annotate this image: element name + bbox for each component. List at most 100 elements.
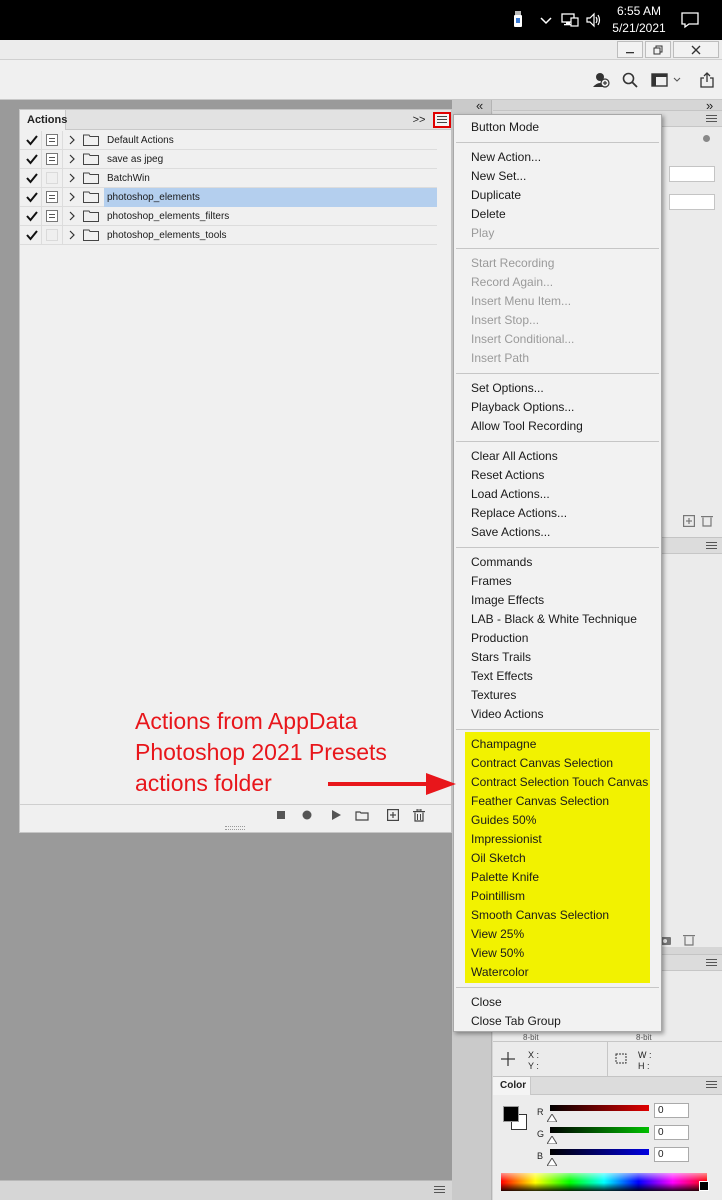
action-set-row[interactable]: photoshop_elements_filters [20, 207, 437, 226]
menu-item[interactable]: Frames [471, 572, 512, 591]
menu-item[interactable]: Close Tab Group [471, 1012, 561, 1031]
dock-dropdown[interactable] [669, 194, 715, 210]
restore-button[interactable] [645, 41, 671, 58]
channel-value-input[interactable]: 0 [654, 1103, 689, 1118]
menu-item[interactable]: Delete [471, 205, 506, 224]
trash-icon[interactable] [683, 933, 695, 949]
actions-tab[interactable]: Actions [20, 110, 67, 130]
menu-item[interactable]: New Action... [471, 148, 541, 167]
chevron-right-icon[interactable] [67, 172, 77, 184]
channel-slider[interactable] [550, 1127, 649, 1133]
record-icon[interactable] [300, 809, 314, 821]
menu-item[interactable]: Image Effects [471, 591, 544, 610]
toggle-check-icon[interactable] [25, 190, 39, 204]
menu-item[interactable]: Close [471, 993, 502, 1012]
panel-menu-icon[interactable] [706, 115, 717, 123]
menu-item[interactable]: Text Effects [471, 667, 533, 686]
menu-item[interactable]: Clear All Actions [471, 447, 558, 466]
action-set-row[interactable]: photoshop_elements_tools [20, 226, 437, 245]
workspace-icon[interactable] [650, 71, 682, 89]
panel-menu-icon[interactable] [706, 1081, 717, 1089]
menu-item[interactable]: Watercolor [471, 963, 529, 982]
new-action-icon[interactable] [386, 809, 400, 821]
usb-drive-icon[interactable] [508, 10, 528, 30]
menu-item[interactable]: Impressionist [471, 830, 542, 849]
menu-item[interactable]: Guides 50% [471, 811, 536, 830]
trash-icon[interactable] [701, 514, 713, 530]
action-set-row[interactable]: save as jpeg [20, 150, 437, 169]
color-spectrum-ramp[interactable] [501, 1173, 707, 1191]
menu-item[interactable]: Feather Canvas Selection [471, 792, 609, 811]
toggle-check-icon[interactable] [25, 228, 39, 242]
chevron-right-icon[interactable] [67, 153, 77, 165]
slider-thumb-icon[interactable] [546, 1111, 558, 1123]
dialog-toggle-icon[interactable] [46, 191, 58, 203]
menu-item[interactable]: Pointillism [471, 887, 525, 906]
menu-item[interactable]: Champagne [471, 735, 536, 754]
menu-item[interactable]: New Set... [471, 167, 526, 186]
share-icon[interactable] [698, 71, 716, 89]
toggle-check-icon[interactable] [25, 133, 39, 147]
channel-value-input[interactable]: 0 [654, 1125, 689, 1140]
minimize-button[interactable] [617, 41, 643, 58]
menu-item[interactable]: Contract Selection Touch Canvas [471, 773, 648, 792]
action-set-row[interactable]: Default Actions [20, 131, 437, 150]
action-set-row[interactable]: photoshop_elements [20, 188, 437, 207]
toggle-check-icon[interactable] [25, 152, 39, 166]
search-icon[interactable] [621, 71, 639, 89]
system-clock[interactable]: 6:55 AM 5/21/2021 [608, 3, 670, 37]
delete-icon[interactable] [412, 808, 426, 822]
dialog-toggle-icon[interactable] [46, 229, 58, 241]
chevron-right-icon[interactable] [67, 210, 77, 222]
menu-item[interactable]: Playback Options... [471, 398, 574, 417]
notification-icon[interactable] [680, 10, 700, 30]
toggle-check-icon[interactable] [25, 171, 39, 185]
channel-slider[interactable] [550, 1149, 649, 1155]
chevron-right-icon[interactable] [67, 229, 77, 241]
menu-item[interactable]: Reset Actions [471, 466, 544, 485]
play-icon[interactable] [329, 809, 343, 821]
slider-thumb-icon[interactable] [546, 1133, 558, 1145]
dialog-toggle-icon[interactable] [46, 153, 58, 165]
menu-item[interactable]: Load Actions... [471, 485, 550, 504]
menu-item[interactable]: Smooth Canvas Selection [471, 906, 609, 925]
action-set-row[interactable]: BatchWin [20, 169, 437, 188]
user-icon[interactable] [592, 71, 610, 89]
dialog-toggle-icon[interactable] [46, 134, 58, 146]
menu-item[interactable]: View 50% [471, 944, 524, 963]
network-icon[interactable] [560, 10, 580, 30]
foreground-color-swatch[interactable] [503, 1106, 519, 1122]
chevron-right-icon[interactable] [67, 134, 77, 146]
menu-item[interactable]: Replace Actions... [471, 504, 567, 523]
toggle-check-icon[interactable] [25, 209, 39, 223]
volume-icon[interactable] [584, 10, 604, 30]
chevron-right-icon[interactable] [67, 191, 77, 203]
menu-item[interactable]: Textures [471, 686, 516, 705]
panel-menu-icon[interactable] [706, 542, 717, 550]
menu-item[interactable]: Palette Knife [471, 868, 539, 887]
color-tab[interactable]: Color [493, 1077, 531, 1095]
menu-item[interactable]: Video Actions [471, 705, 544, 724]
menu-item[interactable]: Button Mode [471, 118, 539, 137]
menu-item[interactable]: Oil Sketch [471, 849, 526, 868]
channel-slider[interactable] [550, 1105, 649, 1111]
menu-item[interactable]: Production [471, 629, 528, 648]
stop-icon[interactable] [274, 809, 288, 821]
black-swatch[interactable] [699, 1181, 709, 1191]
menu-item[interactable]: View 25% [471, 925, 524, 944]
menu-item[interactable]: Commands [471, 553, 532, 572]
dialog-toggle-icon[interactable] [46, 172, 58, 184]
menu-item[interactable]: Set Options... [471, 379, 544, 398]
collapse-panel-button[interactable]: >> [412, 112, 426, 128]
close-button[interactable] [673, 41, 719, 58]
panel-resize-grip[interactable] [225, 826, 245, 830]
new-layer-icon[interactable] [683, 515, 696, 530]
slider-thumb-icon[interactable] [546, 1155, 558, 1167]
dialog-toggle-icon[interactable] [46, 210, 58, 222]
menu-item[interactable]: Save Actions... [471, 523, 550, 542]
chevron-up-icon[interactable] [536, 10, 556, 30]
menu-item[interactable]: Allow Tool Recording [471, 417, 583, 436]
menu-item[interactable]: LAB - Black & White Technique [471, 610, 637, 629]
menu-item[interactable]: Duplicate [471, 186, 521, 205]
expand-left-icon[interactable]: « [476, 98, 483, 113]
